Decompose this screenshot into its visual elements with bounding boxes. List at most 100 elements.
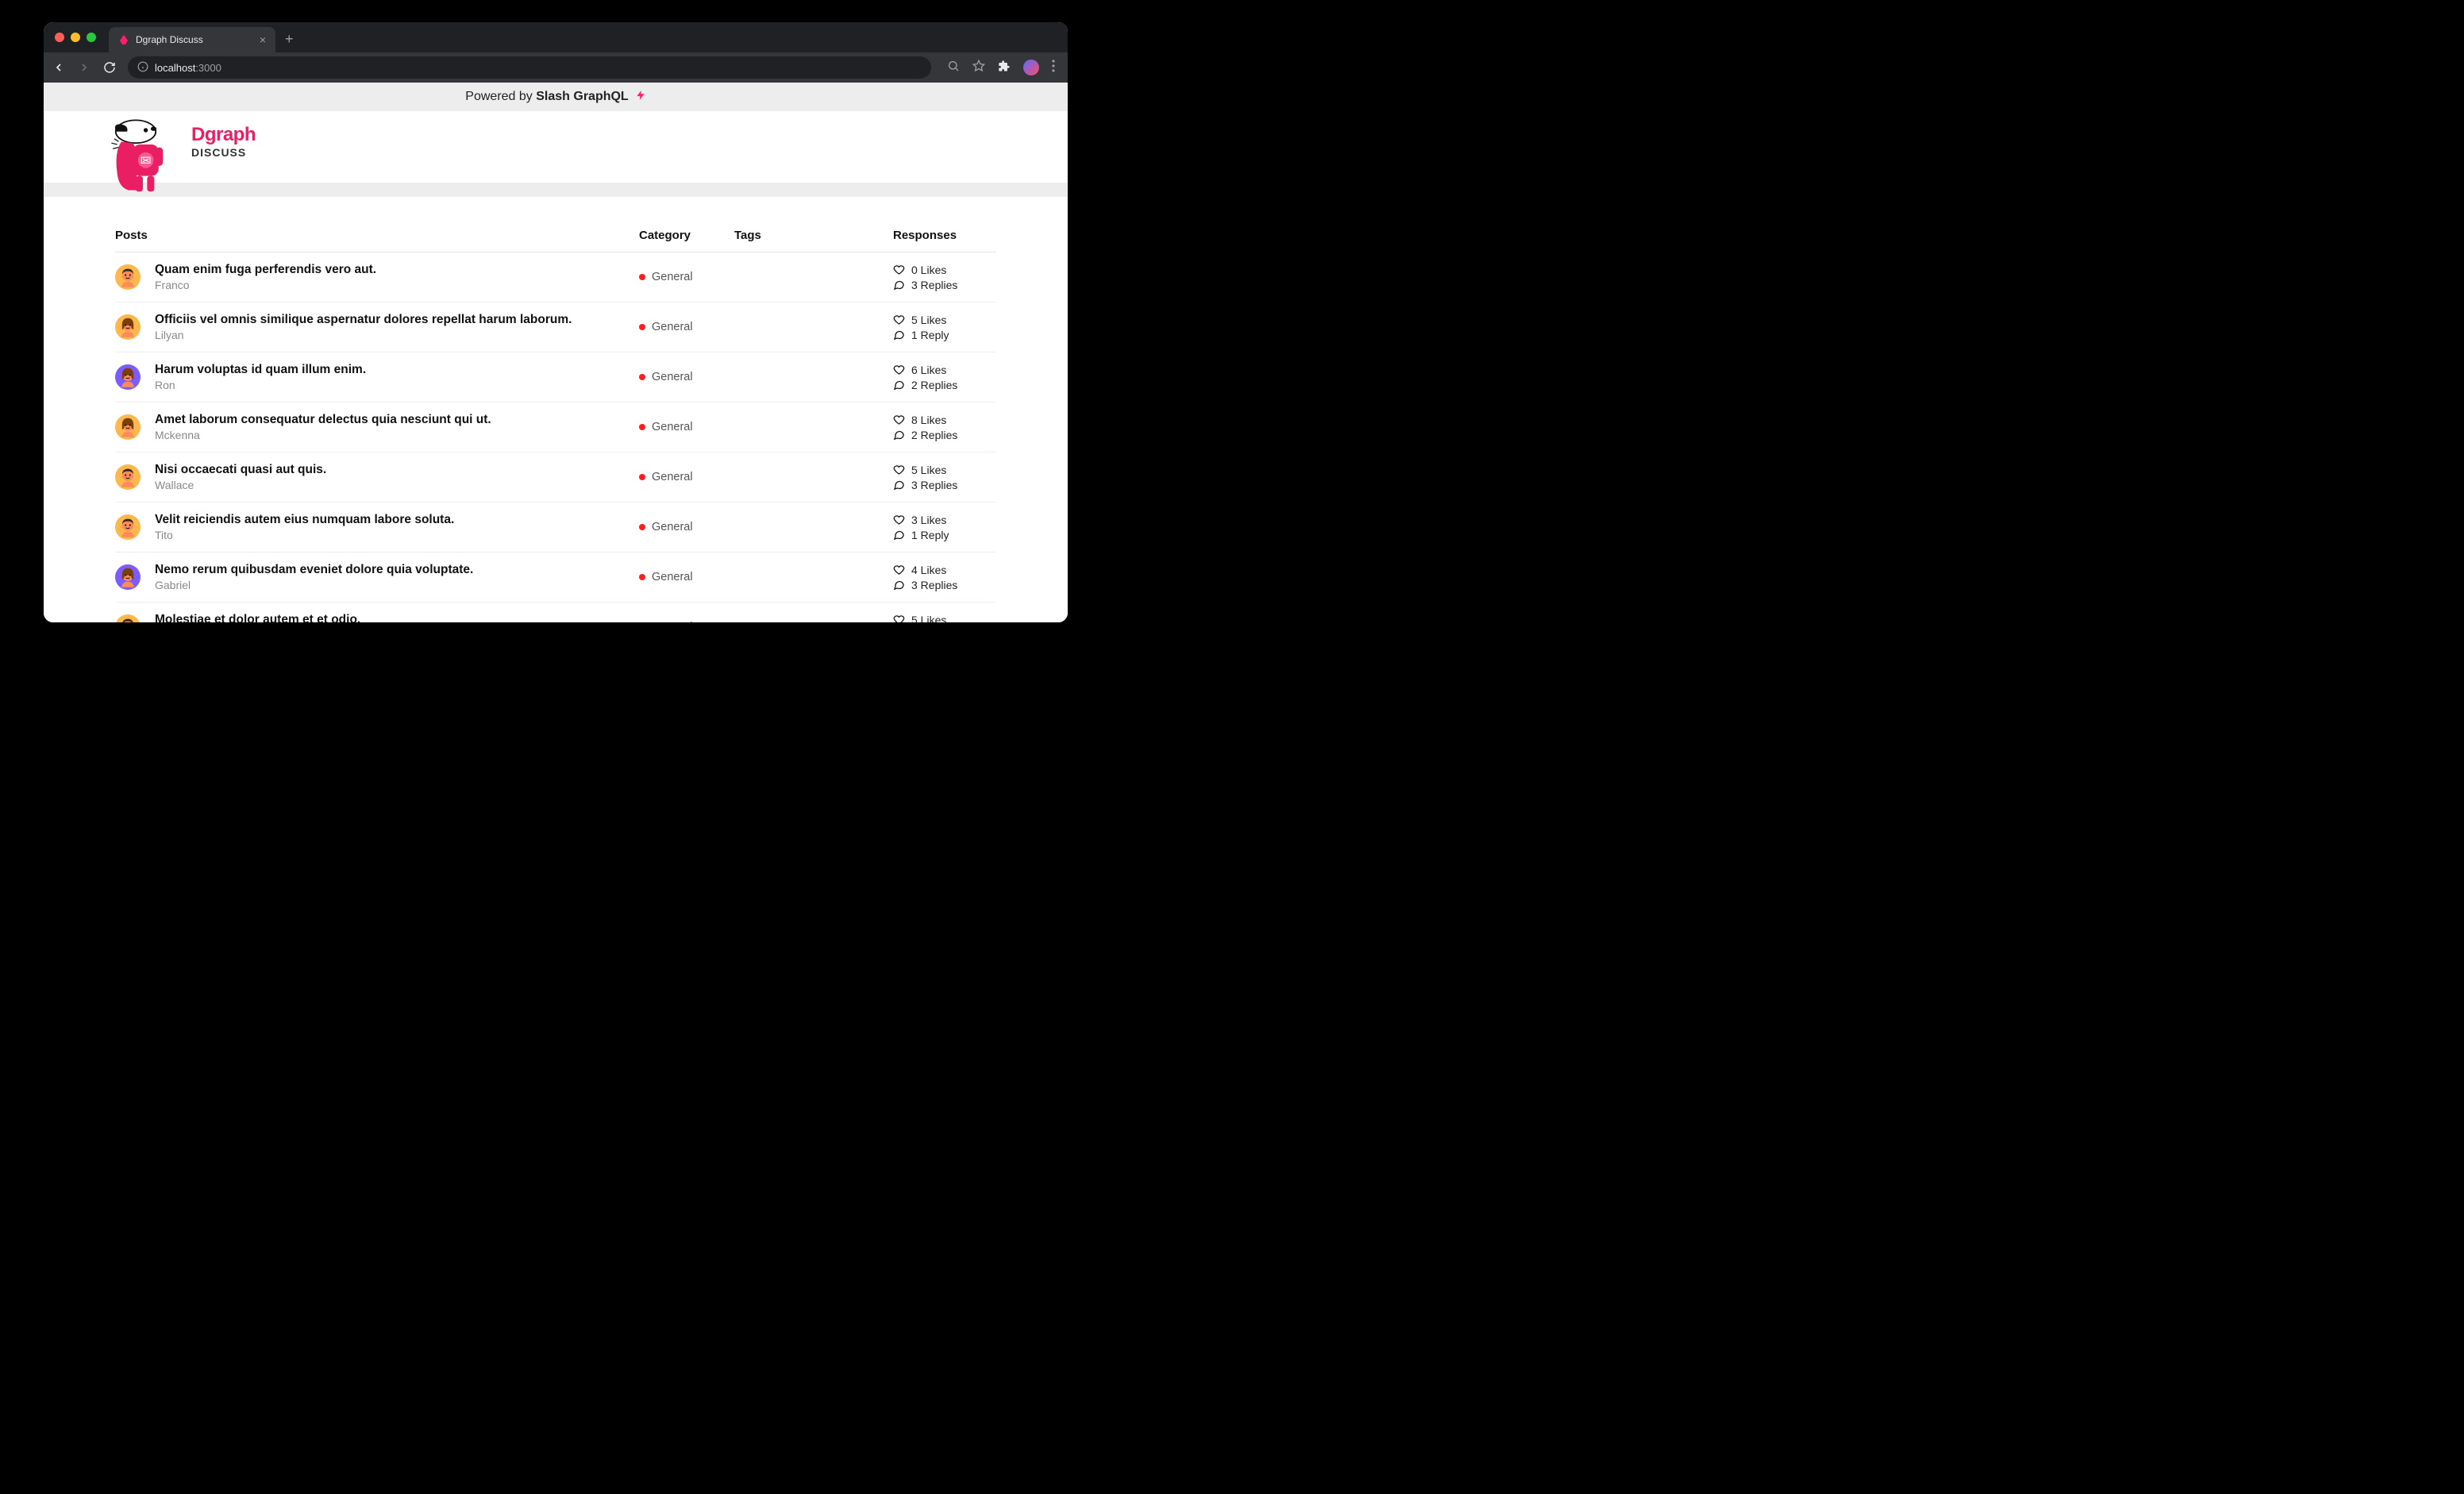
post-row[interactable]: Harum voluptas id quam illum enim. Ron G… — [115, 352, 996, 402]
post-title: Nisi occaecati quasi aut quis. — [155, 463, 326, 477]
post-title: Harum voluptas id quam illum enim. — [155, 363, 366, 377]
window-close-button[interactable] — [55, 33, 64, 42]
window-controls — [55, 33, 96, 42]
heart-icon — [893, 414, 905, 425]
category-dot-icon — [639, 324, 645, 330]
comment-icon — [893, 529, 905, 541]
post-title: Officiis vel omnis similique aspernatur … — [155, 313, 572, 327]
post-row[interactable]: Velit reiciendis autem eius numquam labo… — [115, 502, 996, 553]
forward-button[interactable] — [77, 61, 91, 74]
table-header: Posts Category Tags Responses — [115, 229, 996, 252]
browser-tab[interactable]: Dgraph Discuss × — [109, 27, 275, 52]
category-dot-icon — [639, 374, 645, 380]
post-row[interactable]: Quam enim fuga perferendis vero aut. Fra… — [115, 252, 996, 302]
content-panel: Posts Category Tags Responses Quam enim … — [44, 197, 1068, 622]
heart-icon — [893, 514, 905, 526]
post-row[interactable]: Nemo rerum quibusdam eveniet dolore quia… — [115, 553, 996, 603]
comment-icon — [893, 329, 905, 341]
post-responses: 5 Likes 1 Reply — [893, 314, 1004, 341]
post-title: Molestiae et dolor autem et et odio. — [155, 613, 360, 622]
post-title: Nemo rerum quibusdam eveniet dolore quia… — [155, 563, 473, 577]
powered-by-banner: Powered by Slash GraphQL — [44, 83, 1068, 111]
heart-icon — [893, 264, 905, 275]
tab-favicon — [118, 34, 129, 45]
browser-toolbar: localhost:3000 — [44, 52, 1068, 83]
avatar — [115, 514, 141, 540]
site-info-icon[interactable] — [137, 61, 148, 75]
url-text: localhost:3000 — [155, 62, 221, 74]
category-dot-icon — [639, 424, 645, 430]
post-responses: 3 Likes 1 Reply — [893, 514, 1004, 541]
post-title: Amet laborum consequatur delectus quia n… — [155, 413, 491, 427]
avatar — [115, 614, 141, 622]
brand-text: Dgraph DISCUSS — [191, 124, 256, 159]
heart-icon — [893, 464, 905, 476]
post-author: Ron — [155, 379, 366, 391]
browser-titlebar: Dgraph Discuss × + — [44, 22, 1068, 52]
avatar — [115, 264, 141, 290]
avatar — [115, 564, 141, 590]
post-responses: 4 Likes 3 Replies — [893, 564, 1004, 591]
post-row[interactable]: Amet laborum consequatur delectus quia n… — [115, 402, 996, 452]
post-category: General — [639, 321, 734, 333]
back-button[interactable] — [52, 61, 66, 74]
page-viewport: Powered by Slash GraphQL — [44, 83, 1068, 622]
new-tab-button[interactable]: + — [285, 31, 294, 48]
post-author: Wallace — [155, 479, 326, 491]
window-minimize-button[interactable] — [71, 33, 80, 42]
comment-icon — [893, 279, 905, 291]
tab-title: Dgraph Discuss — [136, 34, 253, 45]
avatar — [115, 464, 141, 490]
address-bar[interactable]: localhost:3000 — [128, 56, 931, 79]
brand-title: Dgraph — [191, 124, 256, 146]
avatar — [115, 314, 141, 340]
menu-icon[interactable] — [1052, 60, 1055, 76]
category-dot-icon — [639, 474, 645, 480]
post-category: General — [639, 271, 734, 283]
post-author: Tito — [155, 529, 454, 541]
post-category: General — [639, 371, 734, 383]
posts-table: Posts Category Tags Responses Quam enim … — [115, 229, 996, 622]
site-header: Dgraph DISCUSS — [44, 111, 1068, 183]
post-responses: 5 Likes 3 Replies — [893, 464, 1004, 491]
post-category: General — [639, 471, 734, 483]
tab-close-icon[interactable]: × — [260, 33, 266, 46]
brand-subtitle: DISCUSS — [191, 146, 256, 159]
bookmark-icon[interactable] — [972, 60, 985, 76]
post-row[interactable]: Nisi occaecati quasi aut quis. Wallace G… — [115, 452, 996, 502]
heart-icon — [893, 314, 905, 325]
post-responses: 6 Likes 2 Replies — [893, 364, 1004, 391]
powered-by-text: Powered by Slash GraphQL — [465, 90, 628, 104]
profile-avatar[interactable] — [1023, 60, 1039, 75]
col-posts: Posts — [115, 229, 639, 242]
category-dot-icon — [639, 524, 645, 530]
post-category: General — [639, 421, 734, 433]
zoom-icon[interactable] — [947, 60, 960, 76]
mascot-icon — [107, 116, 179, 195]
heart-icon — [893, 364, 905, 375]
reload-button[interactable] — [102, 61, 117, 74]
window-maximize-button[interactable] — [87, 33, 96, 42]
post-row[interactable]: Molestiae et dolor autem et et odio. Els… — [115, 603, 996, 622]
col-responses: Responses — [893, 229, 1004, 242]
comment-icon — [893, 429, 905, 441]
post-author: Mckenna — [155, 429, 491, 441]
col-category: Category — [639, 229, 734, 242]
category-dot-icon — [639, 274, 645, 280]
post-author: Lilyan — [155, 329, 572, 341]
post-responses: 8 Likes 2 Replies — [893, 414, 1004, 441]
post-row[interactable]: Officiis vel omnis similique aspernatur … — [115, 302, 996, 352]
browser-window: Dgraph Discuss × + localhost:3000 — [44, 22, 1068, 622]
heart-icon — [893, 564, 905, 576]
category-dot-icon — [639, 574, 645, 580]
comment-icon — [893, 479, 905, 491]
comment-icon — [893, 579, 905, 591]
extensions-icon[interactable] — [998, 60, 1011, 76]
post-author: Franco — [155, 279, 376, 291]
post-author: Gabriel — [155, 579, 473, 591]
post-title: Velit reiciendis autem eius numquam labo… — [155, 513, 454, 527]
heart-icon — [893, 614, 905, 622]
avatar — [115, 414, 141, 440]
site-logo[interactable]: Dgraph DISCUSS — [107, 116, 256, 195]
post-title: Quam enim fuga perferendis vero aut. — [155, 263, 376, 277]
